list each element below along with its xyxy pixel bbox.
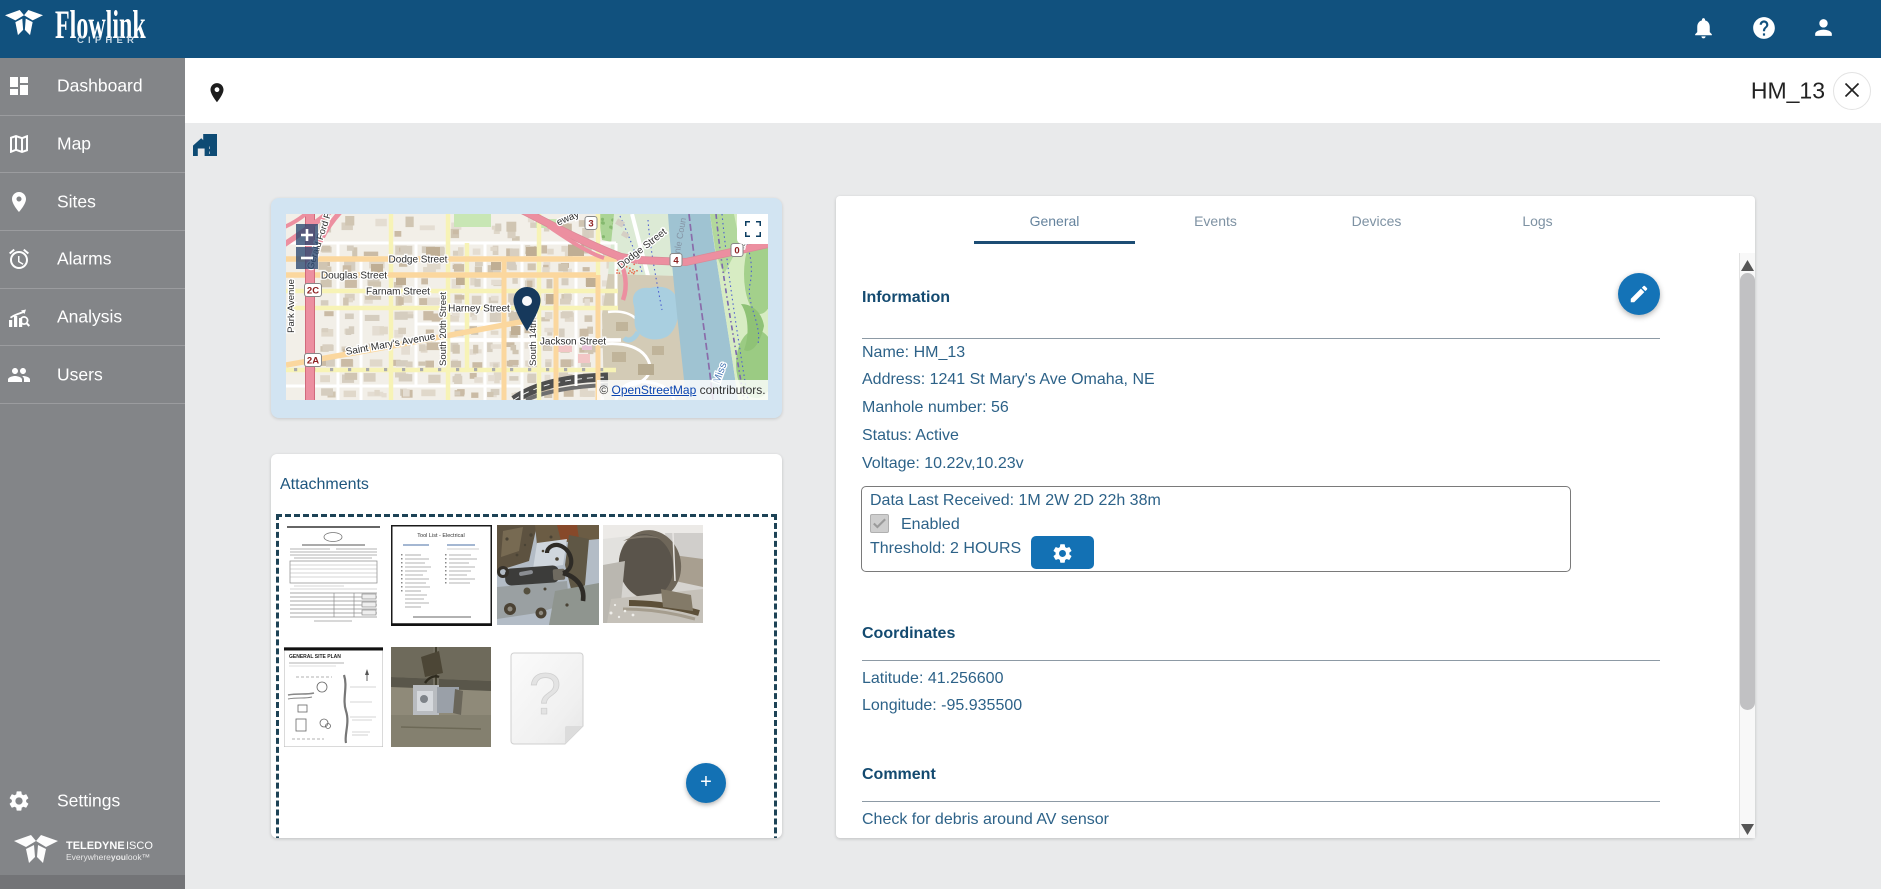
svg-text:3: 3 [588, 219, 593, 230]
svg-text:?: ? [529, 662, 561, 727]
svg-text:Douglas Street: Douglas Street [321, 271, 387, 282]
svg-text:Tool List - Electrical: Tool List - Electrical [417, 533, 464, 539]
svg-text:0: 0 [734, 246, 739, 257]
svg-text:Jackson Street: Jackson Street [540, 337, 606, 348]
svg-text:Park Avenue: Park Avenue [286, 279, 297, 333]
svg-text:Dodge Street: Dodge Street [389, 255, 448, 266]
svg-text:GENERAL SITE PLAN: GENERAL SITE PLAN [289, 654, 341, 660]
svg-text:South 20th Street: South 20th Street [438, 292, 449, 366]
svg-text:4: 4 [673, 256, 679, 267]
svg-text:TELEDYNE: TELEDYNE [66, 840, 125, 852]
svg-text:Everywhereyoulook™: Everywhereyoulook™ [66, 852, 150, 862]
svg-text:2A: 2A [307, 356, 319, 367]
svg-text:Harney Street: Harney Street [448, 304, 510, 315]
svg-text:2C: 2C [307, 286, 319, 297]
svg-text:ISCO: ISCO [126, 840, 153, 852]
svg-text:Farnam Street: Farnam Street [366, 287, 430, 298]
